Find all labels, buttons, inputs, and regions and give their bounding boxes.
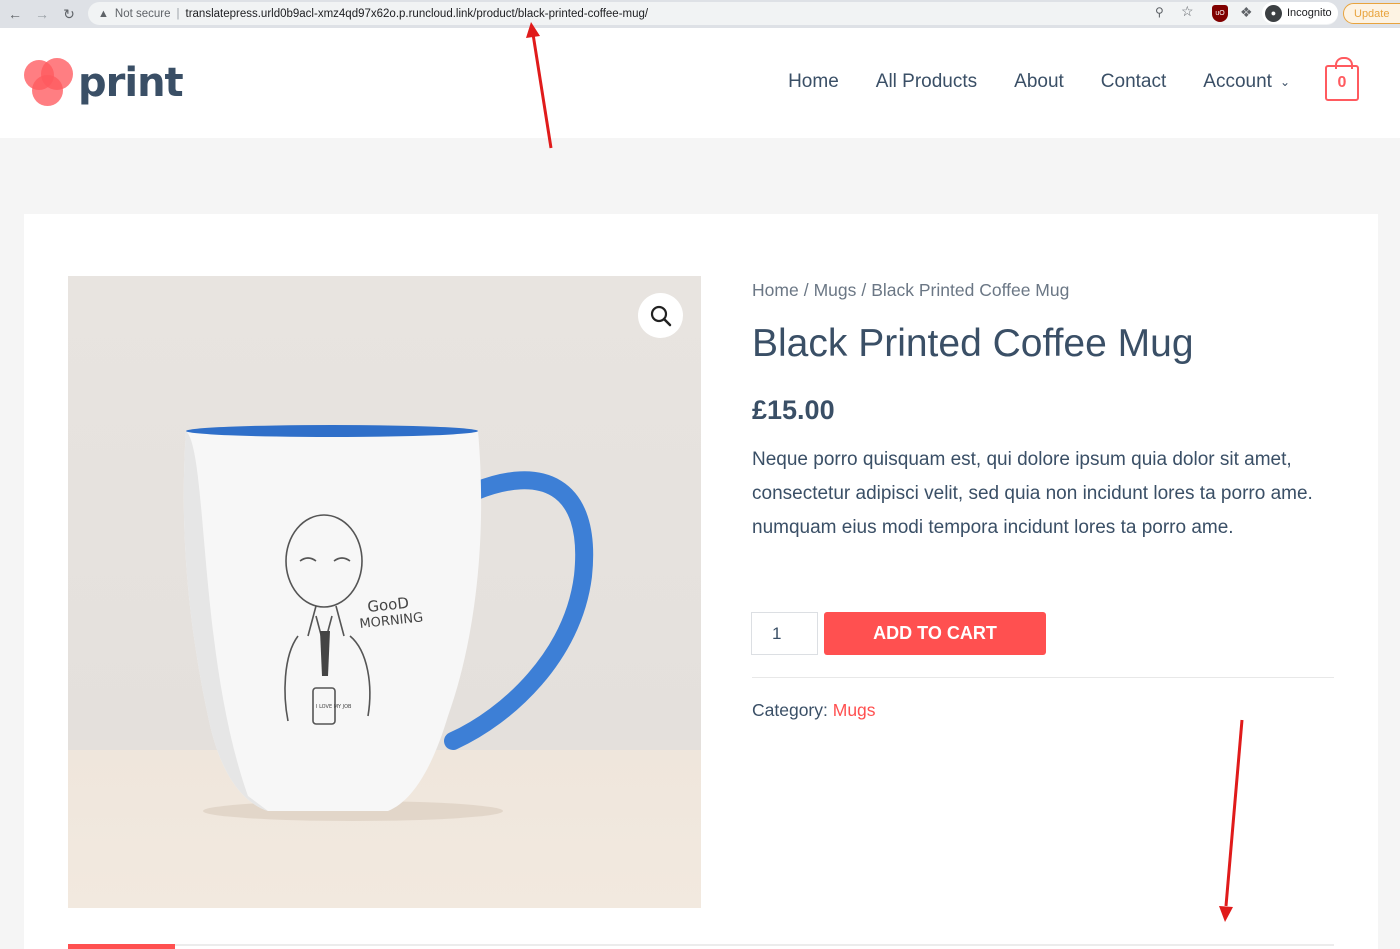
incognito-label: Incognito <box>1287 7 1332 19</box>
breadcrumb-separator: / <box>861 280 867 300</box>
url-text[interactable]: translatepress.urld0b9acl-xmz4qd97x62o.p… <box>186 8 649 20</box>
reload-icon[interactable]: ↻ <box>57 2 81 26</box>
zoom-icon[interactable]: ⚲ <box>1155 5 1164 19</box>
tab-active-indicator[interactable] <box>68 944 175 949</box>
category-label: Category: <box>752 700 828 720</box>
address-bar[interactable]: ▲ Not secure | translatepress.urld0b9acl… <box>88 2 1338 25</box>
product-title: Black Printed Coffee Mug <box>752 322 1194 365</box>
breadcrumb: Home / Mugs / Black Printed Coffee Mug <box>752 280 1069 301</box>
breadcrumb-current: Black Printed Coffee Mug <box>871 280 1070 300</box>
bookmark-star-icon[interactable]: ☆ <box>1181 3 1194 20</box>
extensions-puzzle-icon[interactable]: ❖ <box>1240 4 1253 21</box>
product-price: £15.00 <box>752 395 835 425</box>
magnifier-icon <box>650 305 671 326</box>
quantity-input[interactable] <box>751 612 818 655</box>
nav-home[interactable]: Home <box>788 71 839 93</box>
site-header: print Home All Products About Contact Ac… <box>0 28 1400 138</box>
cart-button[interactable]: 0 <box>1325 57 1359 101</box>
incognito-icon: ● <box>1265 4 1282 22</box>
nav-contact[interactable]: Contact <box>1101 71 1166 93</box>
nav-account-label: Account <box>1203 71 1272 92</box>
incognito-badge[interactable]: ● Incognito <box>1262 2 1338 24</box>
logo-text: print <box>78 60 184 106</box>
product-image[interactable]: GooD MORNING I LOVE MY JOB <box>68 276 701 908</box>
tabs-divider <box>68 944 1334 946</box>
update-label: Update <box>1354 7 1390 20</box>
mug-illustration: GooD MORNING I LOVE MY JOB <box>183 425 594 821</box>
cart-count: 0 <box>1337 74 1347 91</box>
breadcrumb-home[interactable]: Home <box>752 280 799 300</box>
forward-arrow-icon[interactable]: → <box>30 2 54 26</box>
browser-toolbar: ← → ↻ ▲ Not secure | translatepress.urld… <box>0 0 1400 28</box>
back-arrow-icon[interactable]: ← <box>3 2 27 26</box>
update-button[interactable]: Update <box>1343 3 1400 24</box>
annotation-arrow-up <box>526 22 553 149</box>
warning-icon: ▲ <box>98 7 109 20</box>
logo-circles-icon <box>24 58 76 108</box>
omnibox-separator: | <box>176 7 180 20</box>
nav-all-products[interactable]: All Products <box>876 71 977 93</box>
nav-account[interactable]: Account ⌄ <box>1203 71 1290 93</box>
breadcrumb-category[interactable]: Mugs <box>814 280 857 300</box>
nav-about[interactable]: About <box>1014 71 1064 93</box>
mug-cup-text: I LOVE MY JOB <box>316 704 352 710</box>
category-link[interactable]: Mugs <box>833 700 876 720</box>
zoom-button[interactable] <box>638 293 683 338</box>
main-navigation: Home All Products About Contact Account … <box>788 71 1290 93</box>
add-to-cart-button[interactable]: ADD TO CART <box>824 612 1046 655</box>
annotation-arrow-down <box>1219 719 1244 922</box>
ublock-extension-icon[interactable]: uO <box>1212 5 1228 22</box>
product-description: Neque porro quisquam est, qui dolore ips… <box>752 449 1313 538</box>
chevron-down-icon: ⌄ <box>1279 75 1290 89</box>
breadcrumb-separator: / <box>803 280 809 300</box>
site-logo[interactable]: print <box>24 58 184 108</box>
security-label: Not secure <box>114 7 171 20</box>
divider <box>752 677 1334 678</box>
product-category: Category: Mugs <box>752 700 876 721</box>
